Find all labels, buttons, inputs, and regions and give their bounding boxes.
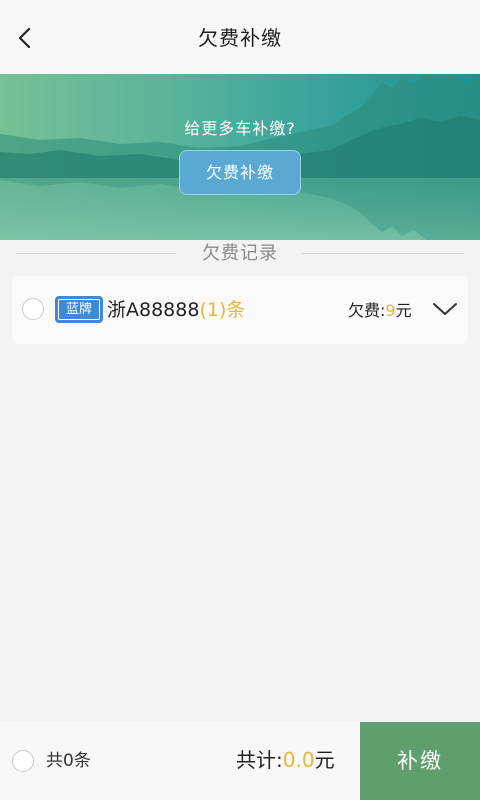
header-bar: 欠费补缴: [0, 0, 480, 74]
pay-button[interactable]: 补缴: [360, 722, 480, 800]
total-label: 共计:: [236, 748, 283, 772]
select-all-radio[interactable]: [12, 750, 34, 772]
records-section-header: 欠费记录: [0, 240, 480, 270]
records-section-title: 欠费记录: [202, 243, 278, 264]
plate-type-badge: 蓝牌: [55, 296, 103, 323]
total-unit: 元: [314, 748, 335, 772]
total-value: 0.0: [282, 748, 315, 772]
selected-count: 共0条: [46, 751, 91, 771]
arrears-pay-button[interactable]: 欠费补缴: [179, 150, 301, 195]
page-title: 欠费补缴: [198, 26, 282, 50]
banner-prompt: 给更多车补缴?: [184, 119, 296, 138]
fee-unit: 元: [395, 301, 412, 320]
fee-label: 欠费:: [348, 301, 386, 320]
fee-info: 欠费:9元: [348, 300, 412, 322]
record-count: (1)条: [199, 299, 246, 321]
plate-number-text: 浙A88888: [107, 299, 200, 321]
record-select-radio[interactable]: [22, 298, 44, 320]
arrears-record-item[interactable]: 蓝牌 浙A88888(1)条 欠费:9元: [12, 276, 468, 344]
promo-banner: 给更多车补缴? 欠费补缴: [0, 74, 480, 240]
divider-left: [16, 253, 176, 254]
total-amount: 共计:0.0元: [236, 746, 335, 774]
chevron-down-icon[interactable]: [432, 298, 458, 320]
plate-type-label: 蓝牌: [58, 299, 100, 320]
divider-right: [302, 253, 464, 254]
fee-amount: 9: [385, 301, 396, 320]
plate-number: 浙A88888(1)条: [107, 296, 245, 324]
